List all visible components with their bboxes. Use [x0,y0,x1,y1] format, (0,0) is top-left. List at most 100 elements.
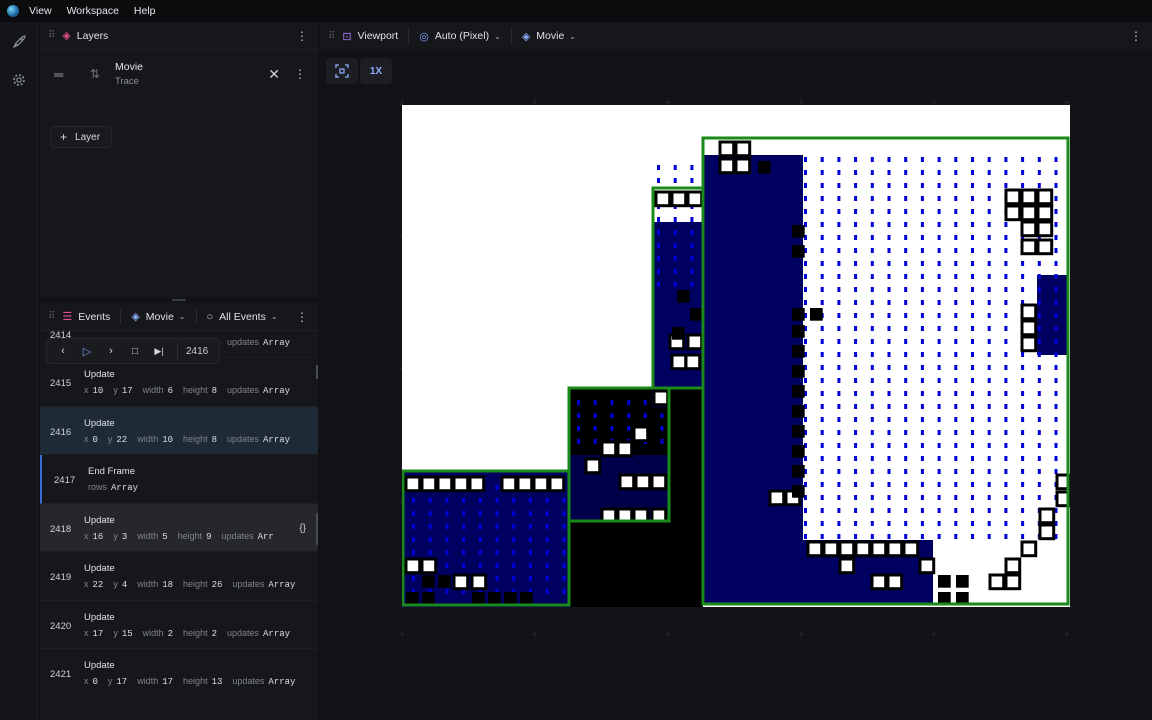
pixel-dot [820,482,824,487]
pixel-dot [528,498,532,503]
json-icon[interactable]: {} [299,523,306,534]
next-icon[interactable]: › [95,345,127,357]
y-value: 3 [121,531,128,542]
pixel-dot [1037,417,1041,422]
prev-icon[interactable]: ‹ [47,345,79,357]
layer-menu-icon[interactable]: ⋮ [294,67,306,81]
pixel-dot [904,248,908,253]
panel-resize-handle[interactable] [172,299,186,301]
pixel-dot [904,287,908,292]
pixel-dot [837,378,841,383]
pixel-dot [495,511,499,516]
pixel-dot [920,274,924,279]
pixel-dot [1054,261,1058,266]
pixel-dot [690,282,694,287]
drag-grip-icon[interactable]: ⠿ [328,31,335,42]
events-source-select[interactable]: Movie [146,311,174,323]
event-index: 2417 [54,475,76,486]
pixel-dot [887,404,891,409]
pixel-dot [887,274,891,279]
pixel-cell [452,475,470,493]
event-row-update[interactable]: 2415 Update x 10 y 17 width 6 height 8 updates Arra… [40,358,318,407]
pixel-dot [937,404,941,409]
viewport-menu-icon[interactable]: ⋮ [1130,29,1142,43]
play-icon[interactable]: ▷ [79,345,95,358]
scrollbar-thumb[interactable] [316,513,318,545]
add-layer-button[interactable]: + Layer [50,126,113,148]
pixel-dot [1037,495,1041,500]
pixel-dot [1004,417,1008,422]
pixel-dot [1021,508,1025,513]
event-row-end-frame[interactable]: 2417 End Frame rows Array [40,455,318,504]
layer-item[interactable]: ═ ⇅ Movie Trace ✕ ⋮ [40,50,318,98]
event-row-update[interactable]: 2416 Update x 0 y 22 width 10 height 8 updates Arra… [40,406,318,455]
event-row-update[interactable]: 2419 Update x 22 y 4 width 18 height 26 updates Arr… [40,552,318,601]
gear-icon[interactable] [11,72,27,88]
frame-number[interactable]: 2416 [186,346,208,357]
pixel-dot [887,352,891,357]
pixel-dot [954,248,958,253]
pixel-dot [854,170,858,175]
pixel-dot [837,391,841,396]
menu-workspace[interactable]: Workspace [67,5,119,17]
events-panel-title: Events [78,310,111,323]
pixel-dot [562,550,566,555]
pixel-block [520,592,533,605]
events-filter-select[interactable]: All Events [219,311,266,323]
skip-end-icon[interactable]: ▶| [143,346,175,357]
layer-drag-handle-icon[interactable]: ═ [54,67,74,82]
event-index: 2418 [50,523,72,535]
scrollbar-thumb[interactable] [316,365,318,379]
pixel-region [1037,275,1067,355]
pixel-dot [854,300,858,305]
movie-canvas[interactable] [402,105,1070,607]
pixel-dot [954,300,958,305]
event-name: Update [84,563,115,574]
events-list-icon: ☰ [62,311,73,323]
menu-view[interactable]: View [29,5,52,17]
pixel-dot [854,209,858,214]
pixel-dot [1037,482,1041,487]
events-list[interactable]: 2414Updatex15y5width3height17updatesArra… [40,331,318,697]
drag-grip-icon[interactable]: ⠿ [48,311,55,322]
pixel-cell [768,489,786,507]
pixel-block [792,365,805,378]
pixel-dot [820,222,824,227]
chevron-down-icon[interactable]: ⌄ [494,32,501,41]
updates-value: Arr [257,531,274,542]
event-row-update[interactable]: 2420 Update x 17 y 15 width 2 height 2 updates Arra… [40,601,318,649]
rocket-icon[interactable] [11,34,27,50]
height-value: 26 [211,580,223,590]
grid-marker: + [531,630,539,640]
pixel-dot [837,339,841,344]
pixel-dot [904,274,908,279]
menu-help[interactable]: Help [134,5,156,17]
pixel-dot [657,282,660,287]
pixel-dot [545,589,549,594]
pixel-dot [610,426,614,431]
pixel-dot [870,183,874,188]
pixel-dot [887,495,891,500]
event-row-update[interactable]: 2418 Update x 16 y 3 width 5 height 9 updates Arr {} [40,503,318,552]
scaling-select[interactable]: Auto (Pixel) [435,30,489,42]
events-menu-icon[interactable]: ⋮ [296,310,308,324]
stop-icon[interactable]: □ [127,346,143,357]
height-label: height [183,579,208,589]
chevron-down-icon[interactable]: ⌄ [569,32,576,41]
chevron-down-icon[interactable]: ⌄ [271,312,278,321]
close-icon[interactable]: ✕ [268,66,280,83]
pixel-dot [495,550,499,555]
chevron-down-icon[interactable]: ⌄ [179,312,186,321]
pixel-cell [634,473,652,491]
layers-menu-icon[interactable]: ⋮ [296,29,308,43]
pixel-dot [870,365,874,370]
event-row-update[interactable]: 2421 Update x 0 y 17 width 17 height 13 updates Arr… [40,649,318,697]
viewport-source-select[interactable]: Movie [536,30,564,42]
width-label: width [142,385,164,395]
pixel-cell [654,190,672,208]
drag-grip-icon[interactable]: ⠿ [48,30,55,41]
pixel-dot [937,248,941,253]
pixel-dot [512,498,516,503]
pixel-dot [1021,183,1025,188]
viewport-canvas-area[interactable]: 1X ++++++++++++++++++++++++++++++ [320,50,1152,720]
